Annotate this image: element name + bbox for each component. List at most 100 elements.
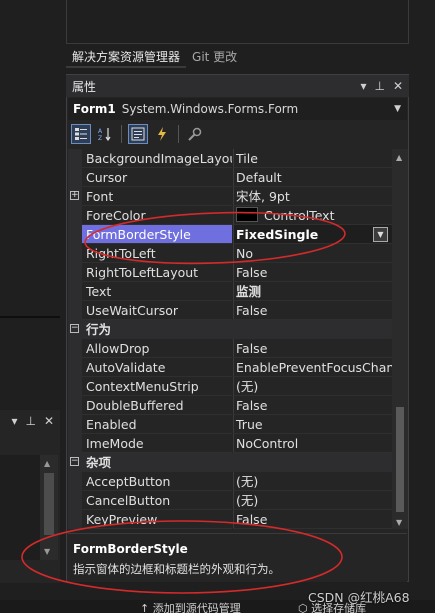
row-gutter xyxy=(68,339,82,358)
property-row[interactable]: KeyPreview False xyxy=(68,510,392,529)
scroll-thumb[interactable] xyxy=(44,473,54,535)
property-value[interactable]: (无) xyxy=(233,491,392,510)
property-value[interactable]: (无) xyxy=(233,472,392,491)
property-value-text: (无) xyxy=(236,474,259,489)
property-row[interactable]: RightToLeftLayout False xyxy=(68,263,392,282)
property-name[interactable]: RightToLeft xyxy=(82,244,232,263)
category-row[interactable]: − 杂项 xyxy=(68,453,392,472)
pin-icon[interactable]: ⊥ xyxy=(25,414,35,428)
property-name[interactable]: Font xyxy=(82,187,232,206)
property-row[interactable]: ImeMode NoControl xyxy=(68,434,392,453)
property-row[interactable]: + Font 宋体, 9pt xyxy=(68,187,392,206)
scroll-up-icon[interactable]: ▲ xyxy=(396,153,402,162)
property-value[interactable]: Tile xyxy=(233,149,392,168)
properties-icon[interactable] xyxy=(128,124,148,144)
events-icon[interactable] xyxy=(152,124,172,144)
close-icon[interactable]: ✕ xyxy=(393,79,403,93)
property-name[interactable]: UseWaitCursor xyxy=(82,301,232,320)
property-value[interactable]: 监测 xyxy=(233,282,392,301)
property-row[interactable]: Cursor Default xyxy=(68,168,392,187)
property-name[interactable]: AllowDrop xyxy=(82,339,232,358)
property-value-text: 监测 xyxy=(236,284,262,299)
row-gutter xyxy=(68,377,82,396)
dropdown-icon[interactable]: ▾ xyxy=(360,79,366,93)
property-row[interactable]: ForeColor ControlText xyxy=(68,206,392,225)
property-name[interactable]: CancelButton xyxy=(82,491,232,510)
category-row[interactable]: − 行为 xyxy=(68,320,392,339)
property-value[interactable]: No xyxy=(233,244,392,263)
property-pages-icon[interactable] xyxy=(185,124,205,144)
dropdown-icon[interactable]: ▾ xyxy=(11,414,17,428)
property-name[interactable]: DoubleBuffered xyxy=(82,396,232,415)
property-name[interactable]: ForeColor xyxy=(82,206,232,225)
property-value[interactable]: EnablePreventFocusChange xyxy=(233,358,392,377)
property-row[interactable]: Text 监测 xyxy=(68,282,392,301)
property-name[interactable]: FormBorderStyle xyxy=(82,225,232,244)
scroll-down-icon[interactable]: ▼ xyxy=(396,518,402,527)
property-value[interactable]: Default xyxy=(233,168,392,187)
property-value[interactable]: (无) xyxy=(233,377,392,396)
property-name[interactable]: RightToLeftLayout xyxy=(82,263,232,282)
property-row[interactable]: AcceptButton (无) xyxy=(68,472,392,491)
tab-git-changes[interactable]: Git 更改 xyxy=(186,44,244,68)
object-selector[interactable]: Form1 System.Windows.Forms.Form ▼ xyxy=(68,98,407,120)
property-name[interactable]: KeyPreview xyxy=(82,510,232,529)
property-value[interactable]: ControlText xyxy=(233,206,392,225)
property-value-text: False xyxy=(236,512,268,527)
property-name[interactable]: BackgroundImageLayout xyxy=(82,149,232,168)
property-value[interactable]: False xyxy=(233,263,392,282)
property-value[interactable]: NoControl xyxy=(233,434,392,453)
left-scrollbar[interactable]: ▲ ▼ xyxy=(40,455,58,560)
property-name[interactable]: ContextMenuStrip xyxy=(82,377,232,396)
property-row[interactable]: UseWaitCursor False xyxy=(68,301,392,320)
property-value[interactable]: True xyxy=(233,415,392,434)
property-value[interactable]: False xyxy=(233,396,392,415)
row-gutter xyxy=(68,491,82,510)
category-label: 行为 xyxy=(86,322,112,337)
row-gutter xyxy=(68,149,82,168)
scroll-down-icon[interactable]: ▼ xyxy=(44,547,50,556)
property-name[interactable]: Text xyxy=(82,282,232,301)
property-value[interactable]: FixedSingle ▼ xyxy=(233,225,392,244)
object-name: Form1 xyxy=(73,102,116,116)
property-grid-scrollbar[interactable]: ▲ ▼ xyxy=(392,149,408,529)
property-row[interactable]: ContextMenuStrip (无) xyxy=(68,377,392,396)
property-row[interactable]: DoubleBuffered False xyxy=(68,396,392,415)
property-row[interactable]: FormBorderStyle FixedSingle ▼ xyxy=(68,225,392,244)
row-gutter xyxy=(68,225,82,244)
expand-icon[interactable]: + xyxy=(70,191,79,200)
property-row[interactable]: AutoValidate EnablePreventFocusChange xyxy=(68,358,392,377)
property-value-text: True xyxy=(236,417,263,432)
row-gutter xyxy=(68,168,82,187)
property-name[interactable]: Enabled xyxy=(82,415,232,434)
description-panel: FormBorderStyle 指示窗体的边框和标题栏的外观和行为。 xyxy=(68,533,407,582)
toolbar-separator xyxy=(178,125,179,143)
add-to-source-control[interactable]: ↑ 添加到源代码管理 xyxy=(140,600,241,613)
property-row[interactable]: Enabled True xyxy=(68,415,392,434)
chevron-down-icon[interactable]: ▼ xyxy=(373,227,388,242)
property-row[interactable]: AllowDrop False xyxy=(68,339,392,358)
chevron-down-icon[interactable]: ▼ xyxy=(394,104,401,114)
pin-icon[interactable]: ⊥ xyxy=(374,79,384,93)
svg-text:A: A xyxy=(98,128,103,135)
collapse-icon[interactable]: − xyxy=(70,457,79,466)
categorized-icon[interactable] xyxy=(71,124,91,144)
close-icon[interactable]: ✕ xyxy=(44,414,54,428)
property-name[interactable]: AutoValidate xyxy=(82,358,232,377)
scroll-up-icon[interactable]: ▲ xyxy=(44,459,50,468)
property-name[interactable]: Cursor xyxy=(82,168,232,187)
property-row[interactable]: CancelButton (无) xyxy=(68,491,392,510)
tab-solution-explorer[interactable]: 解决方案资源管理器 xyxy=(66,44,187,68)
alphabetical-icon[interactable]: AZ xyxy=(95,124,115,144)
scroll-thumb[interactable] xyxy=(396,407,404,512)
property-name[interactable]: ImeMode xyxy=(82,434,232,453)
row-gutter xyxy=(68,510,82,529)
property-value[interactable]: 宋体, 9pt xyxy=(233,187,392,206)
property-name[interactable]: AcceptButton xyxy=(82,472,232,491)
collapse-icon[interactable]: − xyxy=(70,324,79,333)
property-row[interactable]: BackgroundImageLayout Tile xyxy=(68,149,392,168)
property-value[interactable]: False xyxy=(233,510,392,529)
property-value[interactable]: False xyxy=(233,301,392,320)
property-row[interactable]: RightToLeft No xyxy=(68,244,392,263)
property-value[interactable]: False xyxy=(233,339,392,358)
